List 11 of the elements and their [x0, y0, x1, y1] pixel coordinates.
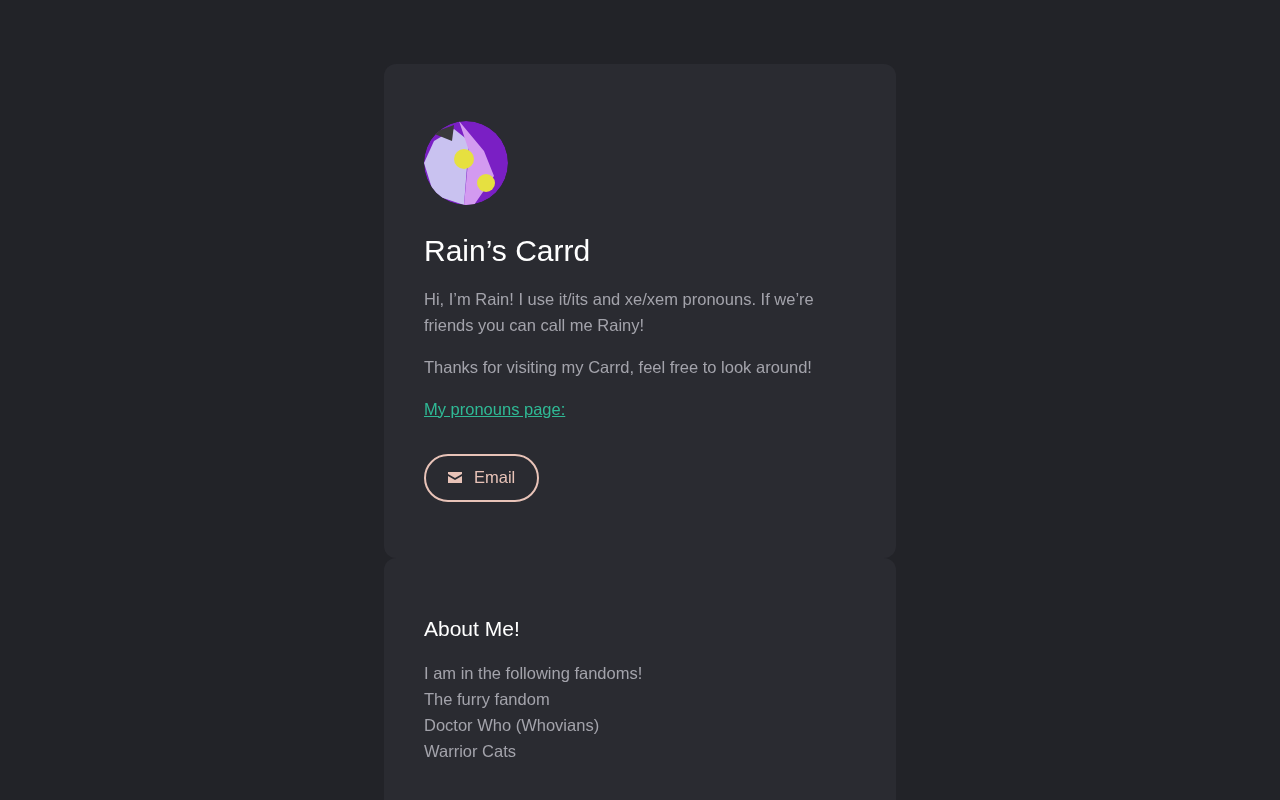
fandom-text: I am in the following fandoms! [424, 662, 644, 684]
email-button[interactable]: Email [424, 453, 540, 502]
intro-text: Hi, I’m Rain! I use it/its and xe/xem pronouns. If we’re friends you can call me Rainy! [424, 288, 815, 336]
envelope-icon [448, 472, 462, 483]
pronouns-link[interactable]: My pronouns page: [424, 395, 566, 422]
section-heading: About Me! [424, 615, 521, 642]
intro-text: Thanks for visiting my Carrd, feel free to look around! [424, 356, 813, 378]
fandom-text: Doctor Who (Whovians) [424, 714, 601, 736]
fandom-text: Warrior Cats [424, 740, 517, 762]
page-title: Rain’s Carrd [424, 233, 592, 269]
fandom-text: The furry fandom [424, 688, 551, 710]
